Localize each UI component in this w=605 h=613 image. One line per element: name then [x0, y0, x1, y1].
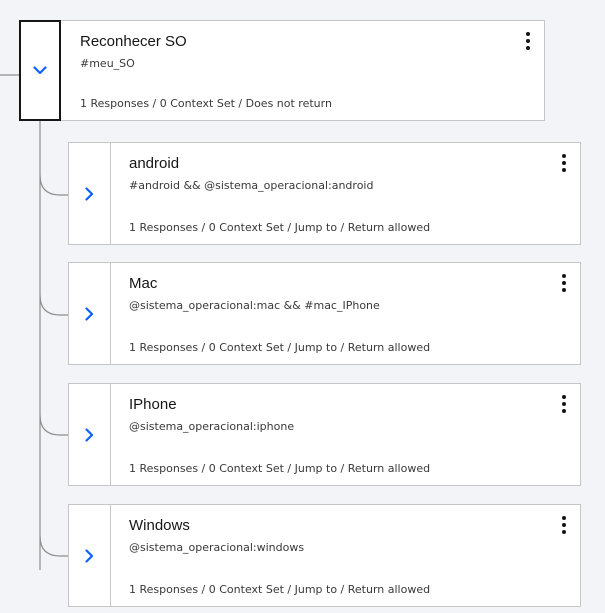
node-summary: 1 Responses / 0 Context Set / Jump to / …	[129, 462, 431, 475]
node-content: Reconhecer SO #meu_SO	[80, 33, 504, 71]
node-summary: 1 Responses / 0 Context Set / Jump to / …	[129, 583, 431, 596]
dialog-node-android[interactable]: android #android && @sistema_operacional…	[68, 142, 581, 245]
child-connector-windows	[39, 535, 68, 557]
child-connector-iphone	[39, 414, 68, 436]
expand-toggle-button[interactable]	[69, 505, 111, 606]
node-condition: #meu_SO	[80, 57, 135, 70]
node-content: Windows @sistema_operacional:windows	[129, 517, 540, 555]
node-title: Mac	[129, 275, 158, 292]
child-connector-mac	[39, 294, 68, 316]
overflow-menu-icon[interactable]	[522, 30, 534, 52]
node-content: Mac @sistema_operacional:mac && #mac_IPh…	[129, 275, 540, 313]
node-condition: @sistema_operacional:mac && #mac_IPhone	[129, 299, 380, 312]
node-title: IPhone	[129, 396, 177, 413]
collapse-toggle-button[interactable]	[19, 20, 61, 121]
node-condition: #android && @sistema_operacional:android	[129, 179, 374, 192]
child-connector-android	[39, 174, 68, 196]
chevron-right-icon	[85, 306, 94, 321]
expand-toggle-button[interactable]	[69, 143, 111, 244]
dialog-node-iphone[interactable]: IPhone @sistema_operacional:iphone 1 Res…	[68, 383, 581, 486]
node-summary: 1 Responses / 0 Context Set / Jump to / …	[129, 341, 431, 354]
expand-toggle-button[interactable]	[69, 384, 111, 485]
node-condition: @sistema_operacional:iphone	[129, 420, 295, 433]
dialog-node-windows[interactable]: Windows @sistema_operacional:windows 1 R…	[68, 504, 581, 607]
chevron-right-icon	[85, 427, 94, 442]
chevron-down-icon	[33, 66, 47, 75]
node-title: Reconhecer SO	[80, 33, 187, 50]
node-condition: @sistema_operacional:windows	[129, 541, 305, 554]
node-content: android #android && @sistema_operacional…	[129, 155, 540, 193]
overflow-menu-icon[interactable]	[558, 272, 570, 294]
overflow-menu-icon[interactable]	[558, 152, 570, 174]
dialog-node-reconhecer-so[interactable]: Reconhecer SO #meu_SO 1 Responses / 0 Co…	[19, 20, 545, 121]
overflow-menu-icon[interactable]	[558, 393, 570, 415]
expand-toggle-button[interactable]	[69, 263, 111, 364]
node-summary: 1 Responses / 0 Context Set / Jump to / …	[129, 221, 431, 234]
dialog-node-mac[interactable]: Mac @sistema_operacional:mac && #mac_IPh…	[68, 262, 581, 365]
node-title: Windows	[129, 517, 190, 534]
chevron-right-icon	[85, 548, 94, 563]
overflow-menu-icon[interactable]	[558, 514, 570, 536]
dialog-tree: Reconhecer SO #meu_SO 1 Responses / 0 Co…	[0, 0, 605, 613]
node-summary: 1 Responses / 0 Context Set / Does not r…	[80, 97, 332, 110]
node-content: IPhone @sistema_operacional:iphone	[129, 396, 540, 434]
node-title: android	[129, 155, 180, 172]
chevron-right-icon	[85, 186, 94, 201]
